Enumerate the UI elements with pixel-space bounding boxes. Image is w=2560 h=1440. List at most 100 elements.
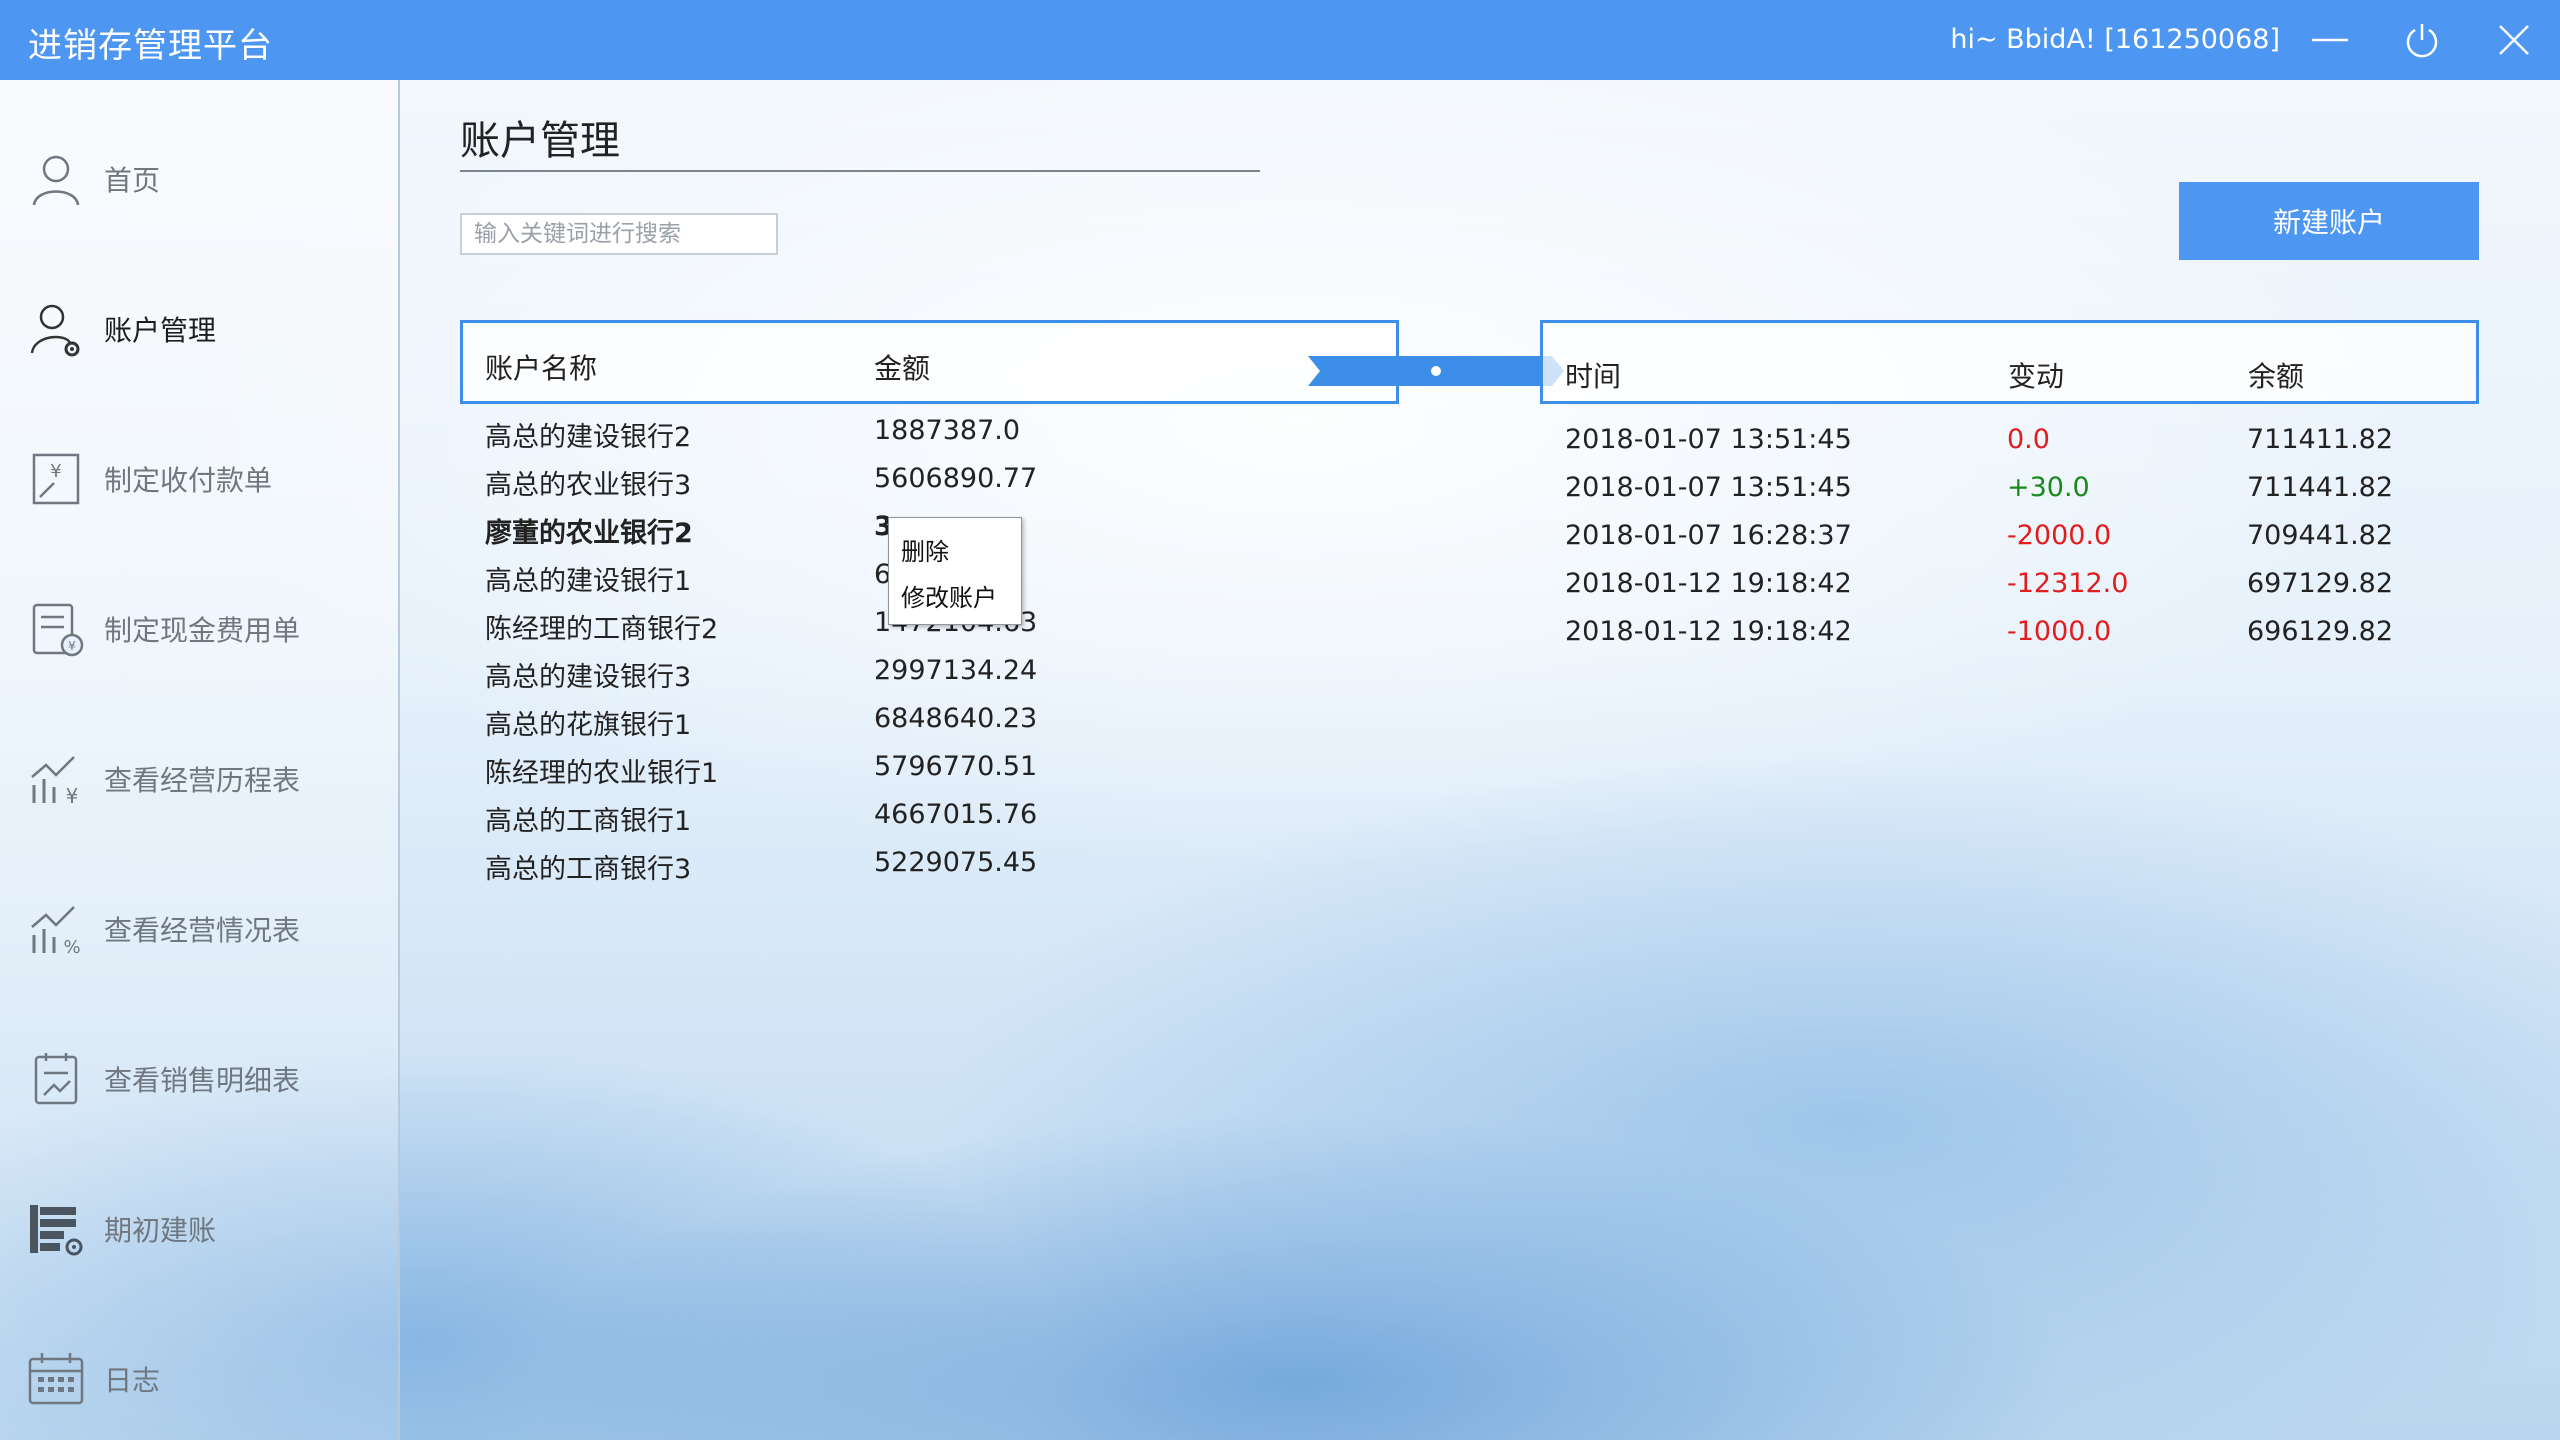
- table-row[interactable]: 高总的花旗银行1 6848640.23: [485, 703, 1385, 751]
- table-row[interactable]: 高总的建设银行2 1887387.0: [485, 415, 1385, 463]
- sidebar-item-label: 查看经营情况表: [104, 914, 301, 947]
- svg-text:¥: ¥: [68, 639, 76, 653]
- history-time: 2018-01-07 13:51:45: [1565, 472, 1852, 503]
- column-header-change: 变动: [2008, 360, 2065, 393]
- svg-text:¥: ¥: [50, 461, 61, 482]
- table-row[interactable]: 陈经理的农业银行1 5796770.51: [485, 751, 1385, 799]
- account-name: 高总的建设银行2: [485, 422, 692, 453]
- table-row[interactable]: 高总的农业银行3 5606890.77: [485, 463, 1385, 511]
- app-title: 进销存管理平台: [28, 26, 273, 66]
- table-row[interactable]: 高总的工商银行1 4667015.76: [485, 799, 1385, 847]
- table-row[interactable]: 2018-01-12 19:18:42 -12312.0 697129.82: [1565, 568, 2465, 616]
- sidebar-item-label: 制定收付款单: [104, 464, 273, 497]
- account-name: 高总的建设银行3: [485, 662, 692, 693]
- account-amount: 2997134.24: [874, 655, 1038, 686]
- svg-text:¥: ¥: [66, 784, 79, 808]
- history-balance: 696129.82: [2247, 616, 2394, 647]
- close-button[interactable]: [2486, 14, 2542, 66]
- power-button[interactable]: [2394, 14, 2450, 66]
- cash-bill-icon: ¥: [24, 597, 88, 661]
- column-header-balance: 余额: [2248, 360, 2305, 393]
- table-row[interactable]: 2018-01-07 16:28:37 -2000.0 709441.82: [1565, 520, 2465, 568]
- history-balance: 711441.82: [2247, 472, 2394, 503]
- sidebar-item-cash-expense[interactable]: ¥ 制定现金费用单: [0, 574, 398, 684]
- history-time: 2018-01-07 13:51:45: [1565, 424, 1852, 455]
- table-row[interactable]: 高总的建设银行3 2997134.24: [485, 655, 1385, 703]
- sidebar-item-label: 制定现金费用单: [104, 614, 301, 647]
- sidebar-item-sales-detail[interactable]: 查看销售明细表: [0, 1024, 398, 1134]
- svg-text:%: %: [63, 937, 80, 958]
- accounts-table-header: 账户名称 金额: [460, 320, 1399, 404]
- account-name: 高总的花旗银行1: [485, 710, 692, 741]
- account-name: 高总的农业银行3: [485, 470, 692, 501]
- sidebar-item-label: 首页: [104, 164, 161, 197]
- search-input[interactable]: [460, 213, 778, 255]
- minimize-button[interactable]: [2302, 14, 2358, 66]
- column-header-account-name: 账户名称: [485, 352, 598, 385]
- table-row[interactable]: 2018-01-12 19:18:42 -1000.0 696129.82: [1565, 616, 2465, 664]
- minimize-icon: [2312, 38, 2348, 42]
- sidebar-item-label: 查看销售明细表: [104, 1064, 301, 1097]
- history-change: -12312.0: [2007, 568, 2129, 599]
- history-time: 2018-01-12 19:18:42: [1565, 616, 1852, 647]
- account-amount: 5606890.77: [874, 463, 1038, 494]
- user-settings-icon: [24, 297, 88, 361]
- chart-percent-icon: %: [24, 897, 88, 961]
- sidebar-item-account-management[interactable]: 账户管理: [0, 274, 398, 384]
- history-change: -1000.0: [2007, 616, 2112, 647]
- history-time: 2018-01-12 19:18:42: [1565, 568, 1852, 599]
- sales-detail-icon: [24, 1047, 88, 1111]
- table-row[interactable]: 高总的工商银行3 5229075.45: [485, 847, 1385, 895]
- sidebar-item-operating-history[interactable]: ¥ 查看经营历程表: [0, 724, 398, 834]
- sidebar-item-payment[interactable]: ¥ 制定收付款单: [0, 424, 398, 534]
- account-name: 陈经理的农业银行1: [485, 758, 719, 789]
- account-name: 高总的建设银行1: [485, 566, 692, 597]
- close-icon: [2499, 25, 2529, 55]
- ledger-settings-icon: [24, 1197, 88, 1261]
- account-amount: 4667015.76: [874, 799, 1038, 830]
- payment-transfer-icon: ¥: [24, 447, 88, 511]
- account-amount: 5229075.45: [874, 847, 1038, 878]
- table-row[interactable]: 2018-01-07 13:51:45 0.0 711411.82: [1565, 424, 2465, 472]
- history-change: 0.0: [2007, 424, 2050, 455]
- account-name: 廖董的农业银行2: [485, 518, 693, 549]
- account-name: 高总的工商银行1: [485, 806, 692, 837]
- table-row[interactable]: 2018-01-07 13:51:45 +30.0 711441.82: [1565, 472, 2465, 520]
- user-icon: [24, 147, 88, 211]
- sidebar: 首页 账户管理 ¥ 制定收付款单 ¥ 制定现金费用单 ¥ 查看经营历程表 % 查…: [0, 80, 400, 1440]
- sidebar-item-opening-ledger[interactable]: 期初建账: [0, 1174, 398, 1284]
- calendar-icon: [24, 1347, 88, 1411]
- context-menu: 删除 修改账户: [888, 517, 1022, 625]
- sidebar-item-log[interactable]: 日志: [0, 1324, 398, 1434]
- account-amount: 5796770.51: [874, 751, 1038, 782]
- sidebar-item-label: 查看经营历程表: [104, 764, 301, 797]
- account-amount: 1887387.0: [874, 415, 1021, 446]
- title-bar: 进销存管理平台 hi~ BbidA! [161250068]: [0, 0, 2560, 80]
- history-change: -2000.0: [2007, 520, 2112, 551]
- menu-item-edit-account[interactable]: 修改账户: [901, 578, 997, 613]
- user-info: hi~ BbidA! [161250068]: [1950, 24, 2280, 55]
- panel-splitter-handle[interactable]: [1308, 352, 1564, 390]
- page-title: 账户管理: [460, 118, 620, 164]
- history-time: 2018-01-07 16:28:37: [1565, 520, 1852, 551]
- sidebar-item-home[interactable]: 首页: [0, 124, 398, 234]
- account-name: 陈经理的工商银行2: [485, 614, 719, 645]
- history-change: +30.0: [2007, 472, 2090, 503]
- sidebar-item-label: 日志: [104, 1364, 161, 1397]
- sidebar-item-operating-status[interactable]: % 查看经营情况表: [0, 874, 398, 984]
- new-account-button[interactable]: 新建账户: [2179, 182, 2479, 260]
- column-header-amount: 金额: [874, 352, 931, 385]
- account-amount: 6848640.23: [874, 703, 1038, 734]
- title-divider: [460, 170, 1260, 172]
- sidebar-item-label: 账户管理: [104, 314, 217, 347]
- splitter-dot-icon: [1431, 366, 1441, 376]
- history-balance: 711411.82: [2247, 424, 2394, 455]
- chart-yen-icon: ¥: [24, 747, 88, 811]
- menu-item-delete[interactable]: 删除: [901, 532, 949, 567]
- history-balance: 709441.82: [2247, 520, 2394, 551]
- history-table-header: 时间 变动 余额: [1540, 320, 2479, 404]
- history-balance: 697129.82: [2247, 568, 2394, 599]
- sidebar-item-label: 期初建账: [104, 1214, 217, 1247]
- account-name: 高总的工商银行3: [485, 854, 692, 885]
- power-icon: [2406, 24, 2438, 58]
